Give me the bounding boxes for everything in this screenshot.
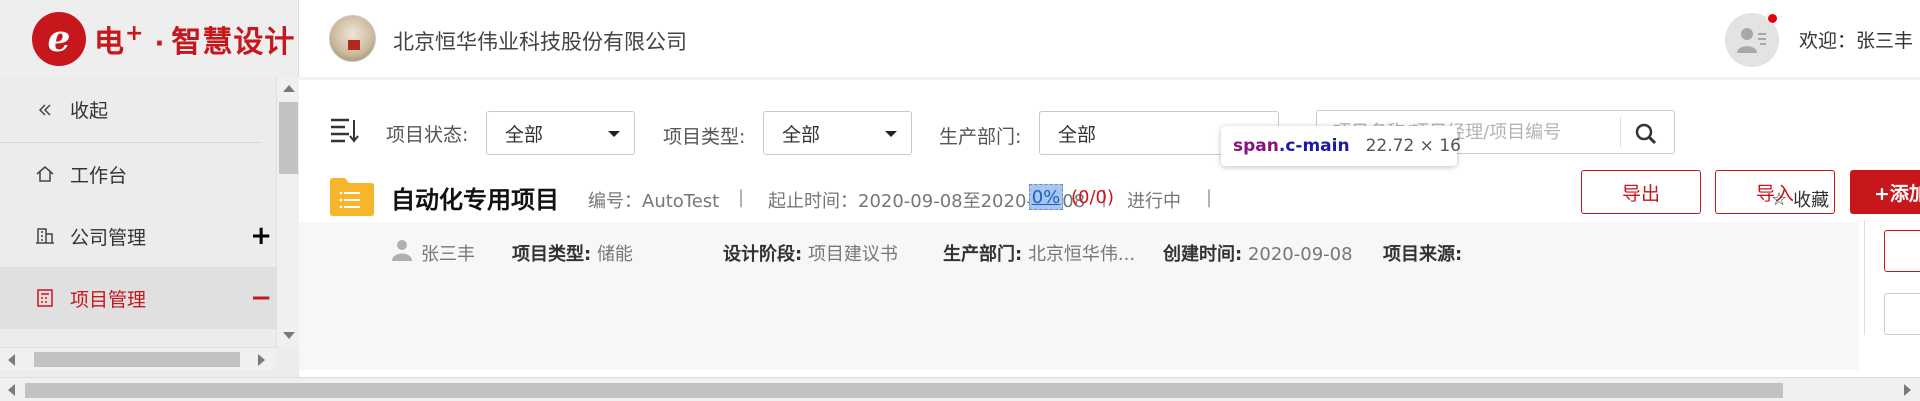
- building-icon: [34, 225, 56, 247]
- scroll-right-arrow-icon[interactable]: [258, 354, 265, 366]
- brand-name-tail: 智慧设计: [171, 24, 296, 60]
- search-divider: [1620, 117, 1621, 147]
- brand-name: 电 + · 智慧设计: [94, 17, 295, 61]
- scroll-down-arrow-icon[interactable]: [283, 332, 295, 339]
- user-avatar-icon: [1737, 28, 1766, 53]
- brand-name-main: 电: [94, 24, 125, 60]
- menu-sort-icon: [331, 118, 359, 143]
- tooltip-class: .c-main: [1278, 136, 1350, 156]
- brand-logo[interactable]: e 电 + · 智慧设计: [0, 0, 299, 77]
- project-created: 创建时间: 2020-09-08: [1163, 240, 1353, 266]
- sidebar-item-workbench[interactable]: 工作台: [0, 143, 276, 205]
- collapse-minus-icon[interactable]: −: [250, 283, 272, 313]
- sidebar-item-project[interactable]: 项目管理 −: [0, 267, 276, 329]
- project-stage-value: 项目建议书: [807, 244, 898, 265]
- status-select[interactable]: 全部: [486, 111, 635, 155]
- card-action-button[interactable]: [1884, 293, 1920, 335]
- meta-separator: |: [738, 187, 745, 208]
- favorite-button[interactable]: ☆ 收藏: [1771, 186, 1829, 212]
- welcome-text: 欢迎：张三丰: [1799, 30, 1914, 52]
- scrollbar-thumb[interactable]: [279, 102, 298, 174]
- favorite-label: 收藏: [1793, 190, 1830, 211]
- project-source-label: 项目来源:: [1383, 244, 1463, 265]
- calculator-icon: [34, 287, 56, 309]
- sidebar-horizontal-scrollbar[interactable]: [0, 347, 276, 370]
- caret-down-icon: [608, 131, 620, 137]
- sidebar-item-label: 公司管理: [70, 226, 147, 249]
- project-dept-label: 生产部门:: [943, 244, 1023, 265]
- project-dept: 生产部门: 北京恒华伟...: [943, 240, 1135, 266]
- project-created-label: 创建时间:: [1163, 244, 1243, 265]
- search-icon: [1635, 123, 1657, 145]
- type-select[interactable]: 全部: [763, 111, 912, 155]
- status-filter-label: 项目状态:: [386, 124, 469, 146]
- notification-badge: [1767, 13, 1778, 24]
- scroll-left-arrow-icon[interactable]: [8, 354, 15, 366]
- sidebar-menu: 收起 工作台 公司管理 + 项目管理 −: [0, 77, 276, 347]
- brand-name-plus: +: [125, 20, 145, 46]
- caret-down-icon: [885, 131, 897, 137]
- scroll-right-arrow-icon[interactable]: [1904, 384, 1911, 396]
- sidebar-item-company[interactable]: 公司管理 +: [0, 205, 276, 267]
- inspector-tooltip: span .c-main 22.72 × 16: [1221, 126, 1461, 166]
- status-select-value: 全部: [505, 123, 544, 146]
- project-manager: 张三丰: [421, 244, 475, 265]
- sidebar: e 电 + · 智慧设计 收起 工作台 公司管理 + 项目管理 −: [0, 0, 299, 380]
- folder-icon: [329, 175, 375, 217]
- project-task-counts: (0/0): [1071, 187, 1115, 208]
- home-icon: [34, 163, 56, 185]
- sidebar-vertical-scrollbar[interactable]: [276, 77, 299, 347]
- project-created-value: 2020-09-08: [1247, 244, 1353, 265]
- project-type: 项目类型: 储能: [512, 240, 633, 266]
- project-type-value: 储能: [596, 244, 633, 265]
- scrollbar-thumb[interactable]: [25, 383, 1783, 398]
- project-stage: 设计阶段: 项目建议书: [723, 240, 898, 266]
- sidebar-item-label: 项目管理: [70, 288, 147, 311]
- sidebar-collapse-label: 收起: [70, 100, 109, 122]
- search-button[interactable]: [1633, 121, 1659, 147]
- user-icon: [391, 239, 413, 261]
- type-filter-label: 项目类型:: [663, 126, 746, 148]
- double-chevron-left-icon: [34, 99, 56, 121]
- project-code: 编号：AutoTest: [588, 191, 720, 212]
- sidebar-item-label: 工作台: [70, 164, 128, 187]
- company-name: 北京恒华伟业科技股份有限公司: [393, 30, 687, 54]
- tooltip-arrow: [1299, 166, 1315, 174]
- top-header: 北京恒华伟业科技股份有限公司 欢迎：张三丰 ⌄: [299, 0, 1920, 77]
- card-action-button[interactable]: [1884, 230, 1920, 272]
- company-logo: [329, 15, 376, 62]
- tooltip-tag: span: [1233, 136, 1279, 156]
- project-dept-value: 北京恒华伟...: [1027, 244, 1136, 265]
- scroll-up-arrow-icon[interactable]: [283, 85, 295, 92]
- scroll-left-arrow-icon[interactable]: [8, 384, 15, 396]
- project-progress[interactable]: 0%: [1029, 184, 1063, 210]
- type-select-value: 全部: [782, 123, 821, 146]
- card-divider: [1864, 220, 1865, 335]
- project-title[interactable]: 自动化专用项目: [391, 180, 559, 215]
- page-horizontal-scrollbar[interactable]: [0, 377, 1920, 401]
- sidebar-collapse-button[interactable]: 收起: [0, 77, 262, 143]
- star-icon: ☆: [1771, 188, 1788, 210]
- brand-e-icon: e: [32, 11, 86, 66]
- export-button[interactable]: 导出: [1581, 170, 1701, 214]
- meta-separator: |: [1206, 187, 1213, 208]
- tooltip-size: 22.72 × 16: [1365, 136, 1461, 156]
- project-stage-label: 设计阶段:: [723, 244, 803, 265]
- scrollbar-thumb[interactable]: [34, 352, 240, 367]
- project-source: 项目来源:: [1383, 240, 1462, 266]
- brand-name-dot: ·: [154, 28, 166, 59]
- dept-select-value: 全部: [1058, 123, 1097, 146]
- expand-plus-icon[interactable]: +: [250, 221, 272, 251]
- project-type-label: 项目类型:: [512, 244, 592, 265]
- main-content: 项目状态: 全部 项目类型: 全部 生产部门: 全部 导出 导入 +添加: [299, 80, 1920, 377]
- project-status: 进行中: [1127, 191, 1181, 212]
- user-welcome-menu[interactable]: 欢迎：张三丰 ⌄: [1799, 26, 1920, 53]
- add-project-button[interactable]: +添加: [1850, 170, 1920, 214]
- dept-filter-label: 生产部门:: [939, 126, 1022, 148]
- list-toggle-button[interactable]: [329, 116, 359, 144]
